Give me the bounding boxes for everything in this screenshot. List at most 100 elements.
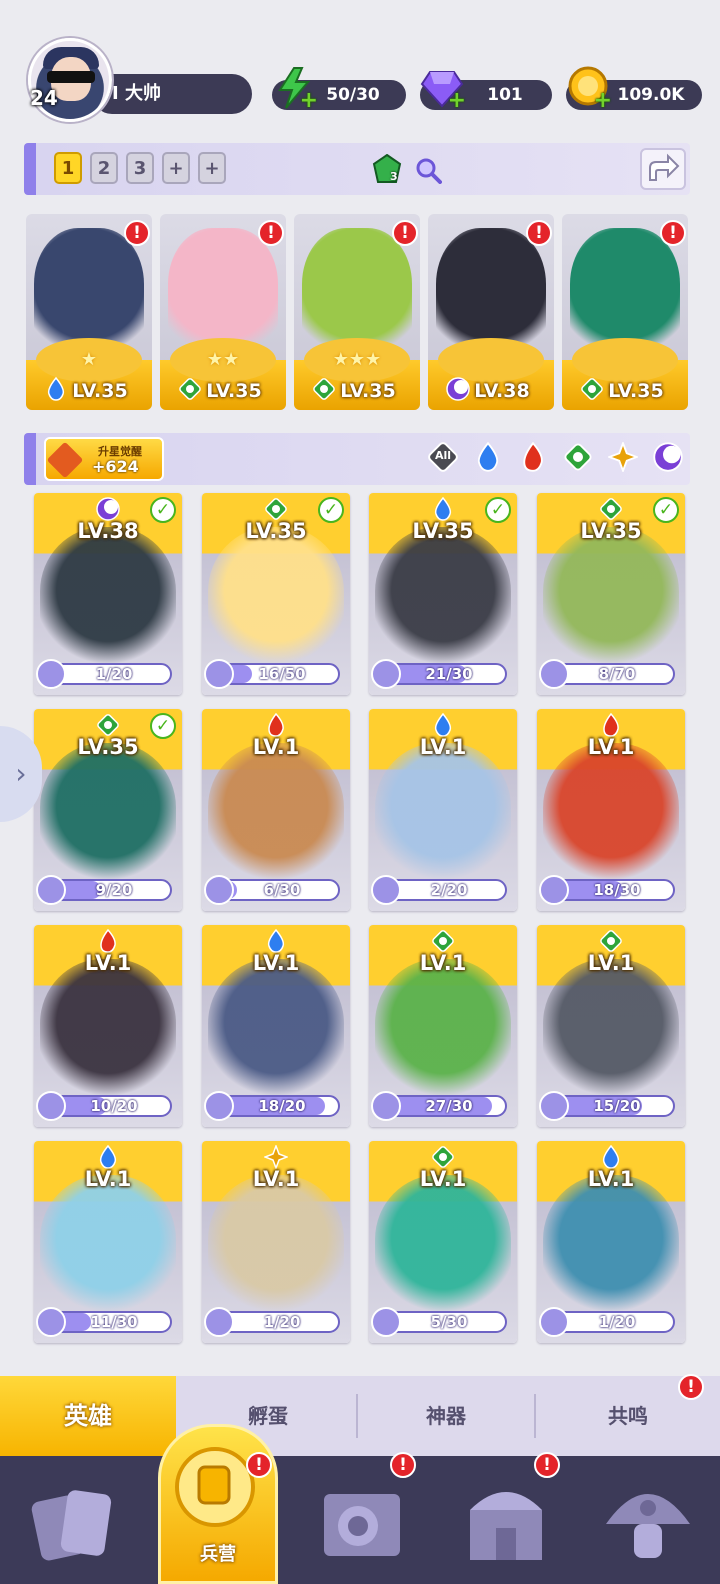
hero-level: LV.35	[206, 380, 262, 402]
awaken-button[interactable]: 升星觉醒 +624	[44, 437, 164, 481]
shard-icon	[36, 659, 66, 689]
hero-portrait	[208, 1175, 344, 1315]
diamond-plus-icon[interactable]: +	[448, 90, 466, 112]
light-element-icon	[262, 1143, 290, 1171]
hero-card[interactable]: LV.1 11/30	[34, 1141, 182, 1343]
hero-card[interactable]: LV.1 10/20	[34, 925, 182, 1127]
team-slot-3[interactable]: 3	[126, 152, 154, 184]
hero-level: LV.1	[419, 951, 467, 975]
shard-progress-text: 16/50	[258, 665, 306, 683]
hero-level: LV.1	[587, 735, 635, 759]
hero-card[interactable]: LV.1 27/30	[369, 925, 517, 1127]
player-name[interactable]: I 大帅	[92, 74, 252, 114]
hero-portrait	[543, 527, 679, 667]
filter-grass[interactable]	[561, 440, 595, 474]
fire-element-icon	[599, 712, 623, 737]
grass-element-icon	[431, 929, 455, 953]
hero-level: LV.1	[587, 1167, 635, 1191]
hero-stars: ★★	[206, 349, 240, 370]
shard-icon	[36, 1307, 66, 1337]
hero-level: LV.35	[72, 380, 128, 402]
fire-element-icon	[264, 712, 288, 737]
hero-level: LV.35	[245, 519, 307, 543]
filter-dark[interactable]	[651, 440, 685, 474]
fire-element-icon	[96, 928, 120, 953]
hero-card[interactable]: ✓ LV.35 9/20	[34, 709, 182, 911]
hero-portrait	[375, 1175, 511, 1315]
hero-alert-badge: !	[660, 220, 686, 246]
shard-progress-text: 1/20	[598, 1313, 636, 1331]
hero-card[interactable]: LV.1 6/30	[202, 709, 350, 911]
hero-portrait	[375, 959, 511, 1099]
hero-level: LV.35	[580, 519, 642, 543]
gold-plus-icon[interactable]: +	[594, 90, 612, 112]
grass-element-icon	[599, 497, 623, 521]
gold-coin-icon[interactable]: +	[566, 66, 612, 112]
grass-element-icon	[599, 929, 623, 953]
hero-stars: ★	[80, 349, 98, 370]
shard-icon	[204, 1091, 234, 1121]
hero-portrait	[543, 743, 679, 883]
water-element-icon	[264, 928, 288, 953]
shard-progress-text: 1/20	[95, 665, 133, 683]
hero-card[interactable]: LV.1 1/20	[202, 1141, 350, 1343]
shard-progress-text: 10/20	[90, 1097, 138, 1115]
player-name-text: I 大帅	[112, 83, 161, 104]
hero-level: LV.38	[77, 519, 139, 543]
hero-portrait	[543, 959, 679, 1099]
hero-card[interactable]: LV.1 18/30	[537, 709, 685, 911]
share-button[interactable]	[640, 148, 686, 190]
tab-heroes[interactable]: 英雄	[0, 1376, 176, 1456]
filter-light[interactable]	[606, 440, 640, 474]
hero-card[interactable]: ✓ LV.38 1/20	[34, 493, 182, 695]
nav-castle[interactable]	[456, 1470, 556, 1570]
hero-card[interactable]: ✓ LV.35 16/50	[202, 493, 350, 695]
hero-portrait	[208, 527, 344, 667]
zoom-icon[interactable]	[414, 156, 442, 184]
filter-water[interactable]	[471, 440, 505, 474]
shard-icon	[204, 1307, 234, 1337]
nav-map[interactable]	[312, 1470, 412, 1570]
shard-icon	[539, 1091, 569, 1121]
hero-card[interactable]: ✓ LV.35 21/30	[369, 493, 517, 695]
hero-card[interactable]: LV.1 2/20	[369, 709, 517, 911]
nav-mushroom[interactable]	[598, 1470, 698, 1570]
hero-card[interactable]: LV.1 15/20	[537, 925, 685, 1127]
grass-element-icon	[96, 713, 120, 737]
hero-card[interactable]: LV.1 18/20	[202, 925, 350, 1127]
team-gem-icon[interactable]: 3	[372, 153, 402, 184]
shard-progress-text: 21/30	[425, 665, 473, 683]
resonance-alert-badge: !	[678, 1374, 704, 1400]
map-icon	[324, 1494, 400, 1556]
grass-element-icon	[264, 497, 288, 521]
hero-portrait	[40, 743, 176, 883]
hero-level: LV.35	[608, 380, 664, 402]
hero-alert-badge: !	[392, 220, 418, 246]
shard-progress-text: 18/20	[258, 1097, 306, 1115]
team-slot-1[interactable]: 1	[54, 152, 82, 184]
tab-artifact[interactable]: 神器	[358, 1376, 534, 1456]
shard-icon	[204, 875, 234, 905]
hero-portrait	[375, 743, 511, 883]
hero-level: LV.38	[474, 380, 530, 402]
team-slot-add-1[interactable]: +	[162, 152, 190, 184]
hero-card[interactable]: LV.1 1/20	[537, 1141, 685, 1343]
nav-cards[interactable]	[24, 1470, 124, 1570]
shard-icon	[371, 875, 401, 905]
shard-progress-text: 1/20	[263, 1313, 301, 1331]
diamond-icon[interactable]: +	[420, 66, 466, 112]
hero-card[interactable]: LV.1 5/30	[369, 1141, 517, 1343]
water-element-icon	[431, 712, 455, 737]
team-slot-2[interactable]: 2	[90, 152, 118, 184]
avatar-glasses	[47, 71, 95, 83]
filter-all[interactable]: All	[426, 440, 460, 474]
castle-icon	[470, 1492, 542, 1560]
team-slot-add-2[interactable]: +	[198, 152, 226, 184]
hero-stars: ★★★	[332, 349, 382, 370]
shard-icon	[371, 659, 401, 689]
hero-card[interactable]: ✓ LV.35 8/70	[537, 493, 685, 695]
energy-plus-icon[interactable]: +	[300, 90, 318, 112]
hero-alert-badge: !	[258, 220, 284, 246]
filter-fire[interactable]	[516, 440, 550, 474]
energy-icon[interactable]: +	[272, 66, 318, 112]
